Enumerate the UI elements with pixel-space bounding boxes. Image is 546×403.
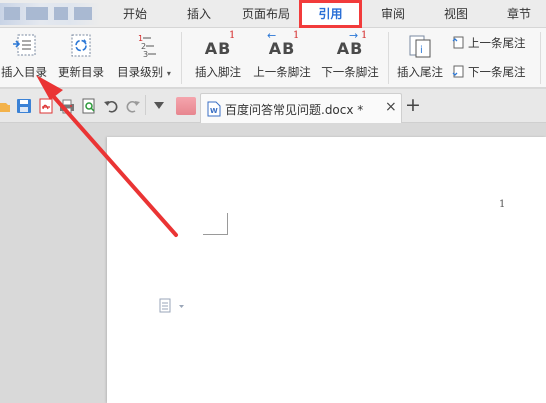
svg-text:W: W xyxy=(210,107,218,115)
undo-icon[interactable] xyxy=(103,98,119,114)
prev-footnote-icon: ← 1 AB xyxy=(265,30,299,61)
export-pdf-icon[interactable] xyxy=(38,98,54,114)
prev-endnote-button[interactable]: 上一条尾注 xyxy=(452,33,526,53)
page-number: 1 xyxy=(499,199,506,210)
tab-review[interactable]: 审阅 xyxy=(370,0,416,28)
footnote-ab: AB xyxy=(336,39,364,58)
next-footnote-label: 下一条脚注 xyxy=(321,65,379,79)
menu-tab-bar: 开始 插入 页面布局 引用 审阅 视图 章节 xyxy=(0,0,546,28)
word-doc-icon: W xyxy=(207,101,221,117)
insert-toc-label: 插入目录 xyxy=(1,65,47,79)
tab-references[interactable]: 引用 xyxy=(302,0,359,28)
insert-toc-button[interactable]: 插入目录 xyxy=(0,28,48,88)
blurred-app-logo xyxy=(0,3,100,25)
ribbon-references: 插入目录 更新目录 1 2 3 目录级别 ▾ 1 AB 插入脚注 ← 1 AB … xyxy=(0,28,546,88)
print-icon[interactable] xyxy=(59,98,75,114)
insert-endnote-label: 插入尾注 xyxy=(397,65,443,79)
next-endnote-icon xyxy=(452,65,464,78)
insert-toc-icon xyxy=(13,34,36,56)
toc-level-dropdown[interactable]: 1 2 3 目录级别 ▾ xyxy=(113,28,175,88)
tab-page-layout[interactable]: 页面布局 xyxy=(236,0,296,28)
insert-endnote-icon: i xyxy=(409,35,431,58)
insert-footnote-icon: 1 AB xyxy=(201,31,236,61)
footnote-ab: AB xyxy=(268,39,296,58)
next-endnote-button[interactable]: 下一条尾注 xyxy=(452,62,526,82)
close-tab-icon[interactable]: × xyxy=(385,99,397,115)
insert-footnote-label: 插入脚注 xyxy=(195,65,241,79)
toc-level-number-3: 3 xyxy=(143,50,148,59)
chevron-down-icon: ▾ xyxy=(166,69,171,78)
ribbon-separator xyxy=(540,32,541,84)
paste-options-icon[interactable] xyxy=(159,298,185,314)
tab-home[interactable]: 开始 xyxy=(112,0,158,28)
prev-endnote-icon xyxy=(452,36,464,49)
update-toc-button[interactable]: 更新目录 xyxy=(53,28,109,88)
toc-level-icon: 1 2 3 xyxy=(138,34,156,59)
margin-corner-mark xyxy=(203,213,228,235)
document-tab-title: 百度问答常见问题.docx * xyxy=(225,103,364,117)
svg-text:i: i xyxy=(420,45,423,56)
insert-footnote-button[interactable]: 1 AB 插入脚注 xyxy=(187,28,249,88)
prev-footnote-button[interactable]: ← 1 AB 上一条脚注 xyxy=(250,28,314,88)
prev-endnote-label: 上一条尾注 xyxy=(468,36,526,50)
toc-level-label: 目录级别 ▾ xyxy=(117,65,171,79)
print-preview-icon[interactable] xyxy=(81,98,97,114)
customize-dropdown-icon[interactable] xyxy=(154,102,164,110)
ribbon-separator xyxy=(388,32,389,84)
prev-footnote-label: 上一条脚注 xyxy=(253,65,311,79)
tab-insert[interactable]: 插入 xyxy=(176,0,222,28)
tab-view[interactable]: 视图 xyxy=(433,0,479,28)
folder-icon[interactable] xyxy=(0,98,10,114)
document-page[interactable] xyxy=(107,137,546,403)
footnote-ab: AB xyxy=(204,39,232,58)
doc-color-marker xyxy=(176,97,196,115)
new-tab-button[interactable]: + xyxy=(405,94,421,116)
document-tab[interactable]: W 百度问答常见问题.docx * × xyxy=(200,93,402,123)
toolbar-separator xyxy=(145,95,146,115)
next-footnote-button[interactable]: → 1 AB 下一条脚注 xyxy=(317,28,383,88)
next-endnote-label: 下一条尾注 xyxy=(468,65,526,79)
tab-chapter[interactable]: 章节 xyxy=(496,0,542,28)
next-footnote-icon: → 1 AB xyxy=(333,30,368,61)
save-icon[interactable] xyxy=(16,98,32,114)
ribbon-separator xyxy=(181,32,182,84)
redo-icon[interactable] xyxy=(125,98,141,114)
quick-access-toolbar: W 百度问答常见问题.docx * × + xyxy=(0,89,546,123)
update-toc-icon xyxy=(71,34,91,57)
insert-endnote-button[interactable]: i 插入尾注 xyxy=(393,28,447,88)
update-toc-label: 更新目录 xyxy=(58,65,104,79)
